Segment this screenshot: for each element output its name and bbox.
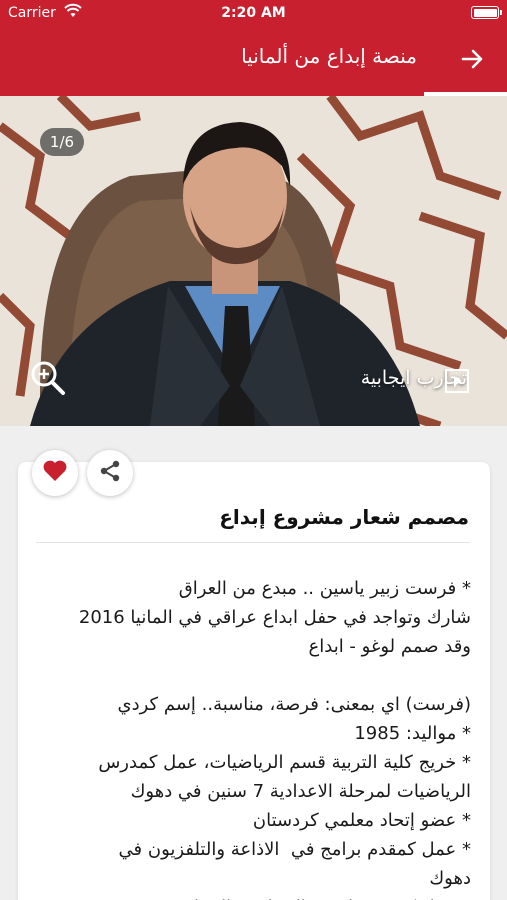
battery-icon <box>471 6 502 19</box>
status-time: 2:20 AM <box>221 5 286 21</box>
hero-gallery[interactable]: 1/6 تجارب ايجابية <box>0 96 507 426</box>
heart-icon <box>42 459 68 487</box>
title-divider <box>36 542 470 543</box>
post-title: مصمم شعار مشروع إبداع <box>219 505 469 529</box>
zoom-in-icon[interactable] <box>28 358 68 398</box>
favorite-button[interactable] <box>32 450 78 496</box>
share-icon <box>98 459 122 487</box>
post-body: * فرست زبير ياسين .. مبدع من العراق شارك… <box>78 578 471 900</box>
app-header: Carrier 2:20 AM منصة إبداع من ألمانيا <box>0 0 507 96</box>
status-bar: Carrier 2:20 AM <box>0 0 507 26</box>
share-button[interactable] <box>87 450 133 496</box>
video-icon <box>444 368 470 394</box>
image-counter: 1/6 <box>40 128 84 156</box>
back-arrow-icon[interactable] <box>455 42 489 76</box>
page-title: منصة إبداع من ألمانيا <box>241 44 417 68</box>
